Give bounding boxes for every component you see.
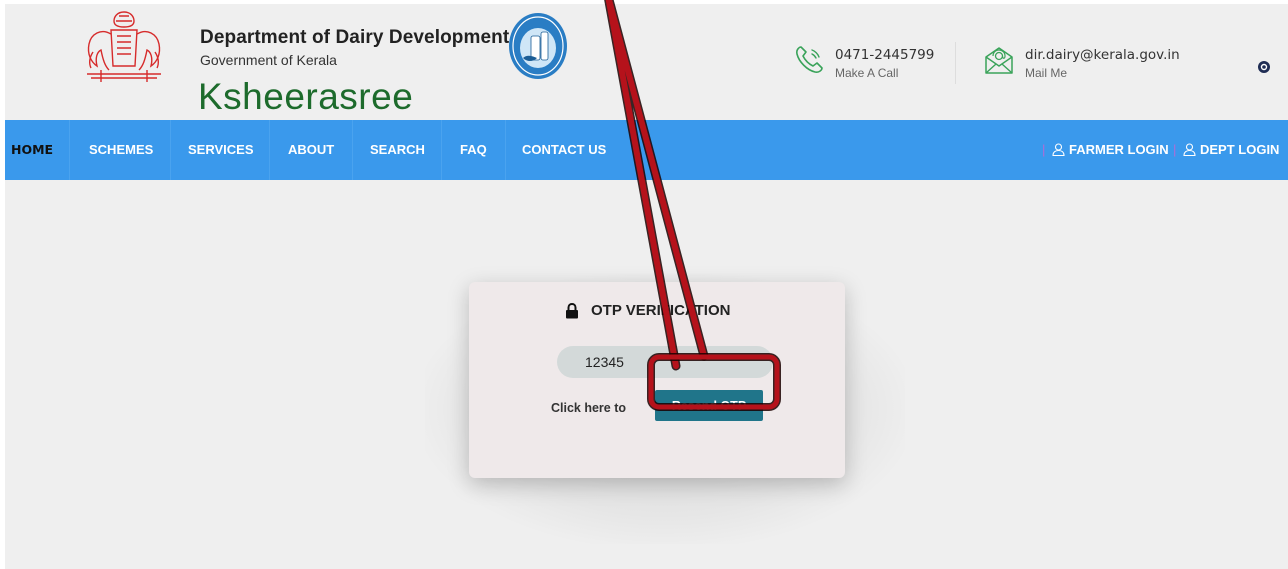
user-icon <box>1052 143 1065 156</box>
phone-number: 0471-2445799 <box>835 47 935 63</box>
contact-phone[interactable]: 0471-2445799 Make A Call <box>793 44 953 84</box>
login-separator: | <box>1173 142 1177 157</box>
contact-mail[interactable]: dir.dairy@kerala.gov.in Mail Me <box>983 44 1183 84</box>
otp-title: OTP VERIFICATION <box>565 302 730 319</box>
resend-otp-button[interactable]: Resend OTP <box>655 390 763 421</box>
otp-card: OTP VERIFICATION Click here to Resend OT… <box>469 282 845 478</box>
farmer-login-label: FARMER LOGIN <box>1069 142 1169 157</box>
login-separator: | <box>1042 142 1046 157</box>
government-line: Government of Kerala <box>200 52 337 68</box>
mail-address: dir.dairy@kerala.gov.in <box>1025 47 1180 63</box>
page: Department of Dairy Development Governme… <box>0 0 1288 569</box>
nav-item-contact-us[interactable]: CONTACT US <box>522 120 606 180</box>
page-canvas: Department of Dairy Development Governme… <box>5 4 1288 569</box>
nav-separator <box>441 120 442 180</box>
dairy-logo-icon <box>509 13 567 79</box>
mail-icon <box>985 47 1013 74</box>
dept-login-label: DEPT LOGIN <box>1200 142 1280 157</box>
nav-item-search[interactable]: SEARCH <box>370 120 425 180</box>
user-icon <box>1183 143 1196 156</box>
site-header: Department of Dairy Development Governme… <box>5 4 1288 119</box>
accessibility-icon[interactable] <box>1257 60 1271 74</box>
nav-separator <box>170 120 171 180</box>
nav-separator <box>352 120 353 180</box>
phone-caption: Make A Call <box>835 66 899 80</box>
nav-separator <box>69 120 70 180</box>
nav-item-services[interactable]: SERVICES <box>188 120 254 180</box>
brand-name: Ksheerasree <box>198 76 414 117</box>
contact-divider <box>955 42 956 84</box>
department-title: Department of Dairy Development <box>200 27 510 48</box>
farmer-login-link[interactable]: FARMER LOGIN <box>1052 142 1169 157</box>
lock-icon <box>566 302 578 318</box>
main-nav: HOME SCHEMES SERVICES ABOUT SEARCH FAQ C… <box>5 120 1288 180</box>
otp-title-text: OTP VERIFICATION <box>591 302 731 319</box>
phone-icon <box>796 46 823 73</box>
kerala-emblem-icon <box>87 11 161 82</box>
dept-login-link[interactable]: DEPT LOGIN <box>1183 142 1279 157</box>
click-here-label: Click here to <box>551 401 627 415</box>
nav-separator <box>269 120 270 180</box>
mail-caption: Mail Me <box>1025 66 1068 80</box>
nav-item-schemes[interactable]: SCHEMES <box>89 120 153 180</box>
nav-item-about[interactable]: ABOUT <box>288 120 334 180</box>
otp-input[interactable] <box>557 346 773 378</box>
nav-separator <box>505 120 506 180</box>
nav-item-home[interactable]: HOME <box>5 120 69 180</box>
nav-item-faq[interactable]: FAQ <box>460 120 487 180</box>
